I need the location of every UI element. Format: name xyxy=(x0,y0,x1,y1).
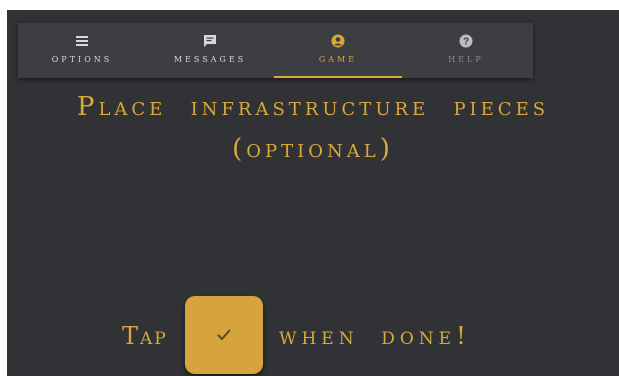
top-navigation: Options Messages Game xyxy=(18,23,533,78)
tap-text: Tap xyxy=(122,322,168,350)
tab-help-label: Help xyxy=(448,55,484,64)
when-done-text: when done! xyxy=(279,322,471,350)
done-button[interactable] xyxy=(185,296,263,374)
svg-text:?: ? xyxy=(463,37,469,48)
user-icon xyxy=(331,33,345,49)
check-icon xyxy=(217,326,231,345)
tab-messages[interactable]: Messages xyxy=(146,23,274,78)
tab-messages-label: Messages xyxy=(173,55,247,64)
active-tab-indicator xyxy=(274,76,402,78)
tab-game[interactable]: Game xyxy=(274,23,402,78)
instruction-title: Place infrastructure pieces xyxy=(76,92,550,122)
menu-icon xyxy=(76,33,88,49)
help-icon: ? xyxy=(459,33,473,49)
instruction-subtitle: (optional) xyxy=(232,134,394,164)
tab-options[interactable]: Options xyxy=(18,23,146,78)
tab-options-label: Options xyxy=(51,55,113,64)
game-screen: Options Messages Game xyxy=(7,10,619,376)
tab-help[interactable]: ? Help xyxy=(402,23,530,78)
message-icon xyxy=(203,33,217,49)
tab-game-label: Game xyxy=(318,55,358,64)
